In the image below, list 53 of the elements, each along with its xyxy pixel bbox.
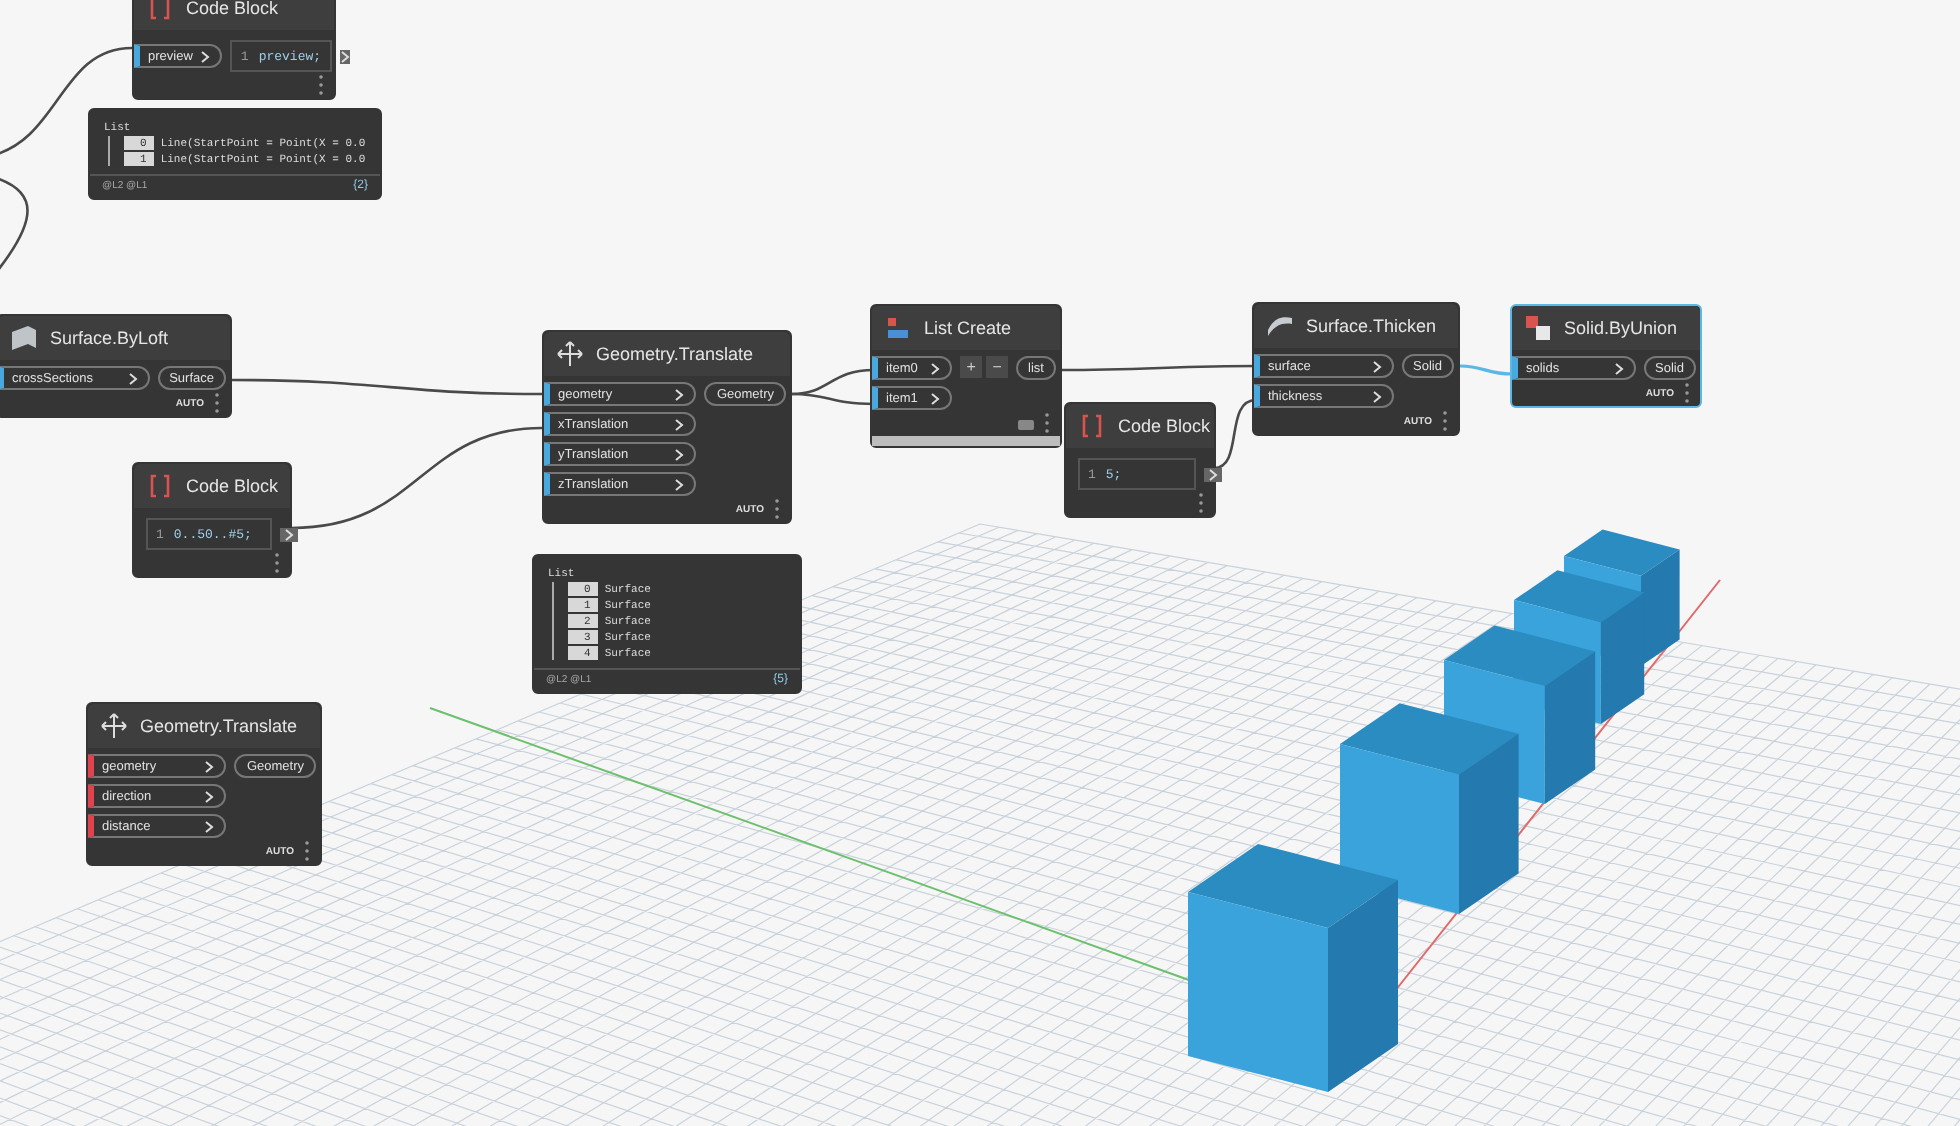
output-port[interactable] [339,49,350,63]
move-arrows-icon [100,712,128,740]
output-port[interactable] [280,527,298,541]
chevron-icon [1208,467,1218,481]
more-icon[interactable] [214,392,220,414]
camera-icon[interactable] [1018,417,1034,429]
node-title: Surface.Thicken [1306,316,1437,336]
node-title: Code Block [186,0,279,18]
output-port[interactable] [1204,467,1222,481]
node-title: Solid.ByUnion [1564,318,1678,338]
brackets-icon [146,0,174,22]
brackets-icon [146,472,174,500]
list-button[interactable]: − [986,356,1009,378]
more-icon[interactable] [1198,492,1204,514]
node-title: Surface.ByLoft [50,328,169,348]
chevron-icon [930,361,941,375]
more-icon[interactable] [1684,382,1690,404]
chevron-icon [339,49,350,63]
chevron-icon [200,49,211,63]
node-title: Geometry.Translate [140,716,298,736]
chevron-icon [1371,389,1382,403]
chevron-icon [204,819,215,833]
chevron-icon [674,417,685,431]
chevron-icon [1613,361,1624,375]
chevron-icon [204,789,215,803]
chevron-icon [674,447,685,461]
move-arrows-icon [556,340,584,368]
chevron-icon [284,527,294,541]
chevron-icon [127,371,138,385]
wire [1459,364,1513,376]
node-title: List Create [924,318,1012,338]
more-icon[interactable] [318,74,324,96]
more-icon[interactable] [774,498,780,520]
more-icon[interactable] [304,840,310,862]
chevron-icon [1371,359,1382,373]
more-icon[interactable] [1044,412,1050,434]
wire [0,46,133,158]
boxes-icon [1524,314,1552,342]
surface-icon [10,324,38,352]
chevron-icon [674,387,685,401]
brackets-icon [1078,412,1106,440]
chevron-icon [930,391,941,405]
chevron-icon [204,759,215,773]
more-icon[interactable] [274,552,280,574]
chevron-icon [674,477,685,491]
list-button[interactable]: + [960,356,983,378]
more-icon[interactable] [1442,410,1448,432]
node-title: Code Block [186,476,279,496]
list-icon [884,314,912,342]
node-title: Code Block [1118,416,1211,436]
wire [1213,398,1257,470]
slab-icon [1266,312,1294,340]
node-title: Geometry.Translate [596,344,754,364]
